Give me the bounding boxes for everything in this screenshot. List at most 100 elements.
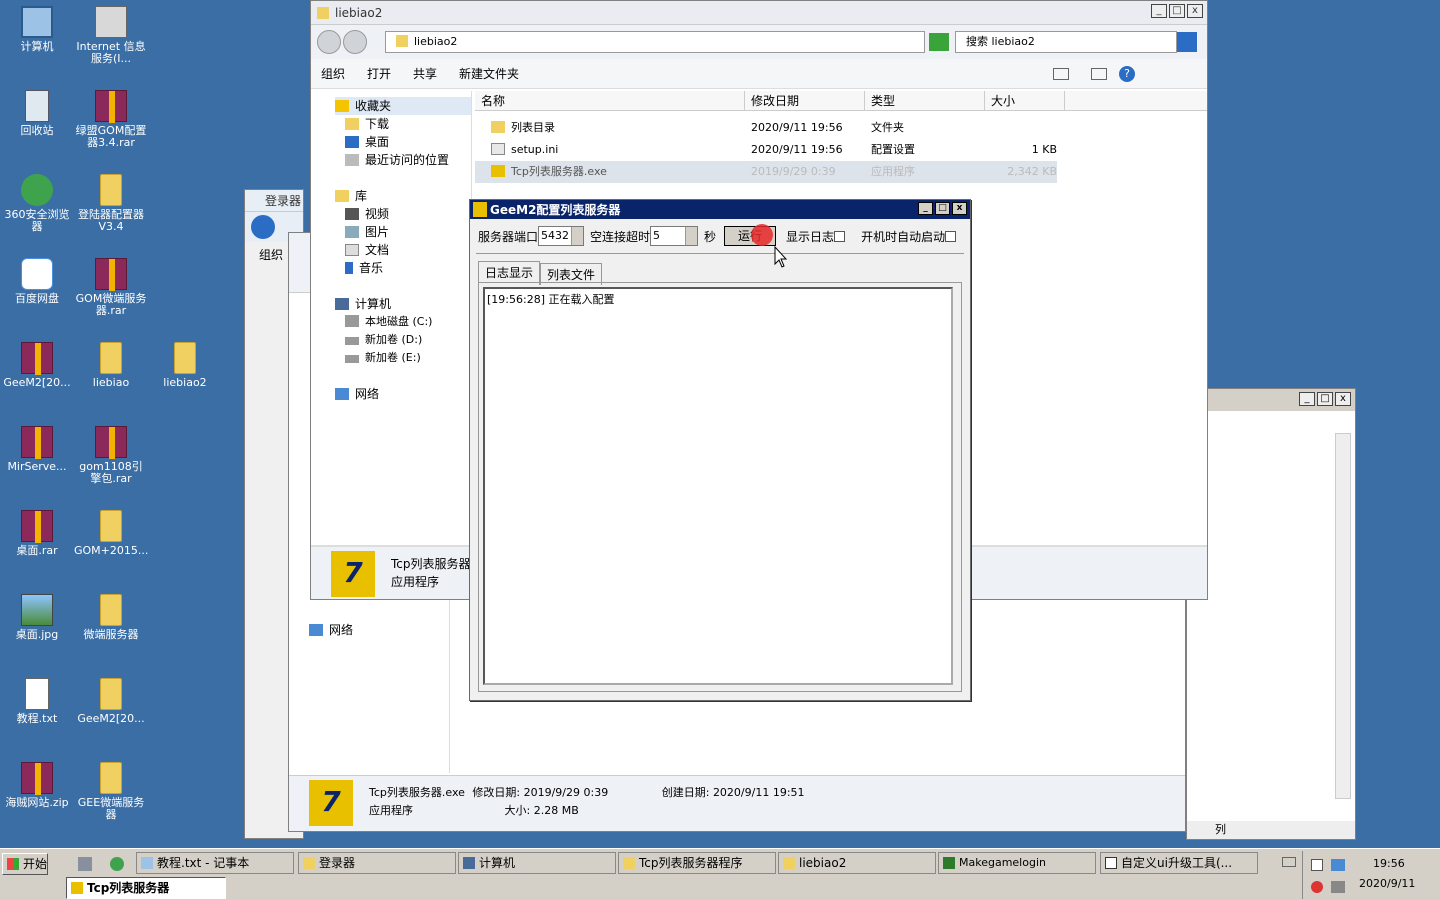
run-button[interactable]: 运行: [724, 224, 777, 246]
taskbar-item-active[interactable]: Tcp列表服务器: [66, 877, 226, 899]
minimize-button[interactable]: _: [1299, 392, 1315, 406]
desktop-icon-computer[interactable]: 计算机: [0, 6, 74, 53]
file-row[interactable]: setup.ini 2020/9/11 19:56 配置设置 1 KB: [475, 139, 1207, 161]
file-row[interactable]: 列表目录 2020/9/11 19:56 文件夹: [475, 117, 1207, 139]
close-button[interactable]: x: [952, 202, 967, 215]
desktop-icon-folder[interactable]: GeeM2[20...: [74, 678, 148, 725]
start-button[interactable]: 开始: [2, 853, 48, 875]
column-modified[interactable]: 修改日期: [745, 91, 865, 110]
desktop-icon-iis[interactable]: Internet 信息服务(I...: [74, 6, 148, 65]
maximize-button[interactable]: □: [935, 202, 950, 215]
keyboard-icon[interactable]: [1282, 857, 1296, 867]
nav-documents[interactable]: 文档: [335, 241, 471, 259]
taskbar-item-notepad[interactable]: 教程.txt - 记事本: [136, 852, 294, 874]
maximize-button[interactable]: □: [1169, 4, 1185, 18]
taskbar-item-makegamelogin[interactable]: Makegamelogin: [938, 852, 1096, 874]
autostart-checkbox[interactable]: [945, 230, 957, 242]
column-name[interactable]: 名称: [475, 91, 745, 110]
preview-pane-icon[interactable]: [1091, 67, 1108, 80]
clock-date[interactable]: 2020/9/11: [1359, 877, 1415, 890]
nav-computer[interactable]: 计算机: [335, 295, 471, 313]
help-icon[interactable]: ?: [1119, 65, 1136, 82]
file-row-selected[interactable]: Tcp列表服务器.exe 2019/9/29 0:39 应用程序 2,342 K…: [475, 161, 1057, 183]
nav-desktop[interactable]: 桌面: [335, 133, 471, 151]
file-name: Tcp列表服务器.exe: [511, 165, 607, 178]
search-icon[interactable]: [1177, 32, 1197, 52]
column-size[interactable]: 大小: [985, 91, 1065, 110]
desktop-icon-folder[interactable]: GEE微端服务器: [74, 762, 148, 821]
nav-disk-e[interactable]: 新加卷 (E:): [335, 349, 471, 367]
taskbar-item-tcp-server[interactable]: Tcp列表服务器程序: [618, 852, 776, 874]
log-textarea[interactable]: [19:56:28] 正在载入配置: [483, 287, 953, 685]
minimize-button[interactable]: _: [918, 202, 933, 215]
taskbar-item-login[interactable]: 登录器: [298, 852, 456, 874]
share-button[interactable]: 共享: [413, 65, 437, 82]
back-arrow-icon[interactable]: [251, 215, 275, 239]
desktop-icon-folder[interactable]: 微端服务器: [74, 594, 148, 641]
new-folder-button[interactable]: 新建文件夹: [459, 65, 519, 82]
desktop-icon-360[interactable]: 360安全浏览器: [0, 174, 74, 233]
nav-favorites[interactable]: 收藏夹: [335, 97, 471, 115]
network-icon[interactable]: [1331, 859, 1345, 871]
taskbar-item-computer[interactable]: 计算机: [458, 852, 616, 874]
desktop-icon-recycle-bin[interactable]: 回收站: [0, 90, 74, 137]
nav-music[interactable]: 音乐: [335, 259, 471, 277]
nav-downloads[interactable]: 下载: [335, 115, 471, 133]
nav-label: 网络: [329, 623, 354, 637]
desktop-icon-folder[interactable]: liebiao2: [148, 342, 222, 389]
column-type[interactable]: 类型: [865, 91, 985, 110]
desktop-icon-txt[interactable]: 教程.txt: [0, 678, 74, 725]
nav-label: 新加卷 (D:): [365, 333, 423, 346]
close-button[interactable]: x: [1187, 4, 1203, 18]
desktop-icon-rar[interactable]: gom1108引擎包.rar: [74, 426, 148, 485]
back-arrow-icon[interactable]: [317, 30, 341, 54]
security-alert-icon[interactable]: [1311, 881, 1323, 893]
desktop-icon-rar[interactable]: 绿盟GOM配置器3.4.rar: [74, 90, 148, 149]
desktop-icon-rar[interactable]: GOM微端服务器.rar: [74, 258, 148, 317]
refresh-icon[interactable]: [929, 33, 949, 51]
server-manager-icon[interactable]: [78, 857, 92, 871]
minimize-button[interactable]: _: [1151, 4, 1167, 18]
vertical-scrollbar[interactable]: [1335, 433, 1351, 799]
file-modified: 2019/9/29 0:39: [751, 165, 836, 178]
show-log-checkbox[interactable]: [834, 230, 846, 242]
address-input[interactable]: liebiao2: [385, 31, 925, 53]
desktop-icon-rar[interactable]: MirServe...: [0, 426, 74, 473]
search-input[interactable]: 搜索 liebiao2: [955, 31, 1177, 53]
view-icon[interactable]: [1053, 67, 1070, 80]
network-icon: [335, 388, 349, 400]
maximize-button[interactable]: □: [1317, 392, 1333, 406]
nav-network[interactable]: 网络: [335, 385, 471, 403]
open-button[interactable]: 打开: [367, 65, 391, 82]
taskbar-item-liebiao2[interactable]: liebiao2: [778, 852, 936, 874]
desktop-icon-folder[interactable]: 登陆器配置器V3.4: [74, 174, 148, 233]
desktop-icon-image[interactable]: 桌面.jpg: [0, 594, 74, 641]
port-value: 5432: [541, 229, 570, 242]
nav-pictures[interactable]: 图片: [335, 223, 471, 241]
browser-icon[interactable]: [110, 857, 124, 871]
nav-disk-d[interactable]: 新加卷 (D:): [335, 331, 471, 349]
nav-library[interactable]: 库: [335, 187, 471, 205]
close-button[interactable]: x: [1335, 392, 1351, 406]
port-input[interactable]: 5432: [538, 226, 585, 246]
desktop-icon-rar[interactable]: 桌面.rar: [0, 510, 74, 557]
spinner-icon[interactable]: [571, 227, 584, 245]
desktop-icon-rar[interactable]: 海贼网站.zip: [0, 762, 74, 809]
desktop-icon-folder[interactable]: liebiao: [74, 342, 148, 389]
nav-disk-c[interactable]: 本地磁盘 (C:): [335, 313, 471, 331]
desktop-icon-baidu[interactable]: 百度网盘: [0, 258, 74, 305]
organize-button[interactable]: 组织: [321, 65, 345, 82]
flag-icon[interactable]: [1311, 859, 1323, 871]
volume-icon[interactable]: [1331, 881, 1345, 893]
desktop-icon-rar[interactable]: GeeM2[20...: [0, 342, 74, 389]
clock-time[interactable]: 19:56: [1373, 857, 1405, 870]
nav-video[interactable]: 视频: [335, 205, 471, 223]
notepad-icon: [141, 857, 153, 869]
nav-network[interactable]: 网络: [309, 621, 353, 638]
forward-arrow-icon[interactable]: [343, 30, 367, 54]
spinner-icon[interactable]: [685, 227, 698, 245]
taskbar-item-ui-upgrade[interactable]: 自定义ui升级工具(...: [1100, 852, 1258, 874]
desktop-icon-folder[interactable]: GOM+2015...: [74, 510, 148, 557]
timeout-input[interactable]: 5: [650, 226, 699, 246]
nav-recent[interactable]: 最近访问的位置: [335, 151, 471, 169]
